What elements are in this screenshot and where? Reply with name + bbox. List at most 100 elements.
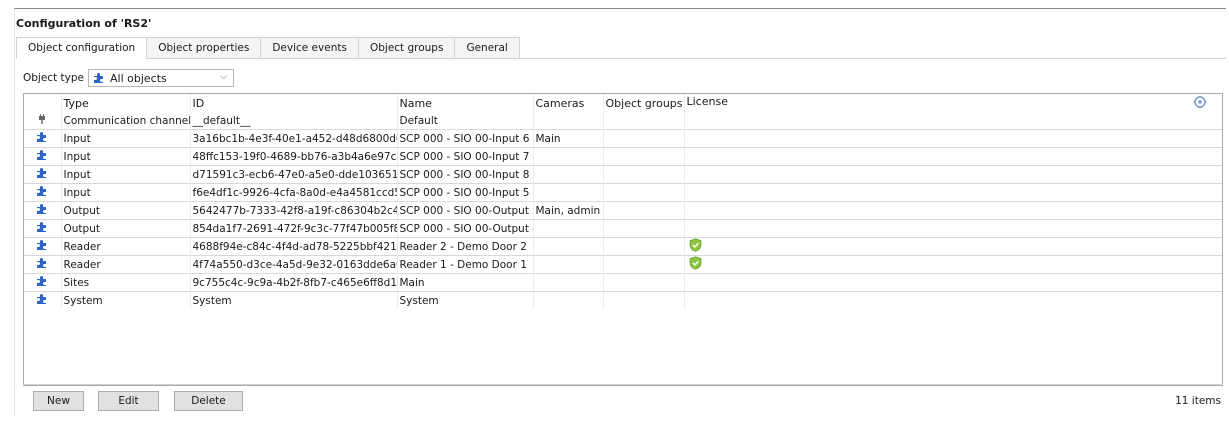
header-license-cell: License — [684, 94, 1222, 112]
cell-type: Input — [61, 165, 191, 184]
object-type-value: All objects — [110, 71, 167, 85]
table-row[interactable]: Output 854da1f7-2691-472f-9c3c-77f47b005f… — [24, 219, 1222, 238]
row-icon-cell — [24, 147, 62, 166]
row-icon-cell — [24, 201, 62, 220]
cell-id: 48ffc153-19f0-4689-bb76-a3b4a6e97cd8 — [190, 147, 398, 166]
cell-license — [684, 112, 1222, 130]
row-icon-cell — [24, 112, 62, 130]
cell-id: 4688f94e-c84c-4f4d-ad78-5225bbf42184 — [190, 237, 398, 256]
table-row[interactable]: Sites 9c755c4c-9c9a-4b2f-8fb7-c465e6ff8d1… — [24, 273, 1222, 292]
table-row[interactable]: Input 48ffc153-19f0-4689-bb76-a3b4a6e97cd… — [24, 147, 1222, 166]
column-settings-icon[interactable] — [1193, 95, 1207, 112]
puzzle-icon — [36, 185, 48, 197]
objects-grid[interactable]: Type ID Name Cameras Object groups Licen… — [23, 93, 1223, 386]
cell-type: Communication channel — [61, 112, 191, 130]
cell-id: System — [190, 291, 398, 309]
cell-license — [684, 165, 1222, 184]
cell-name: SCP 000 - SIO 00-Input 8 — [397, 165, 534, 184]
tab-object-properties[interactable]: Object properties — [146, 37, 262, 58]
tab-object-configuration[interactable]: Object configuration — [16, 37, 148, 59]
cell-cameras: Main, admin — [533, 201, 604, 220]
objects-table: Type ID Name Cameras Object groups Licen… — [24, 94, 1222, 309]
header-cameras[interactable]: Cameras — [533, 94, 604, 112]
object-type-select[interactable]: All objects ⌵ — [88, 69, 234, 87]
table-row[interactable]: Communication channel __default__ Default — [24, 112, 1222, 130]
row-icon-cell — [24, 129, 62, 148]
cell-object-groups — [603, 129, 685, 148]
table-row[interactable]: Reader 4f74a550-d3ce-4a5d-9e32-0163dde6a0… — [24, 255, 1222, 274]
tab-bar: Object configuration Object properties D… — [16, 37, 520, 59]
header-name[interactable]: Name — [397, 94, 534, 112]
puzzle-icon — [36, 275, 48, 287]
puzzle-icon — [36, 221, 48, 233]
cell-license — [684, 273, 1222, 292]
cell-id: d71591c3-ecb6-47e0-a5e0-dde103651ee3 — [190, 165, 398, 184]
cell-object-groups — [603, 291, 685, 309]
cell-cameras — [533, 183, 604, 202]
cell-name: Default — [397, 112, 534, 130]
cell-object-groups — [603, 183, 685, 202]
cell-cameras — [533, 237, 604, 256]
cell-id: 3a16bc1b-4e3f-40e1-a452-d48d6800d6dc — [190, 129, 398, 148]
edit-button[interactable]: Edit — [98, 391, 159, 411]
table-body: Communication channel __default__ Default I… — [24, 112, 1222, 309]
cell-id: f6e4df1c-9926-4cfa-8a0d-e4a4581ccd57 — [190, 183, 398, 202]
cell-cameras — [533, 219, 604, 238]
window-title: Configuration of 'RS2' — [16, 17, 152, 30]
table-row[interactable]: Output 5642477b-7333-42f8-a19f-c86304b2c4… — [24, 201, 1222, 220]
delete-button[interactable]: Delete — [174, 391, 243, 411]
puzzle-icon — [93, 72, 105, 84]
cell-object-groups — [603, 255, 685, 274]
puzzle-icon — [36, 239, 48, 251]
row-icon-cell — [24, 183, 62, 202]
cell-name: SCP 000 - SIO 00-Output 2 — [397, 201, 534, 220]
cell-type: Output — [61, 219, 191, 238]
cell-name: SCP 000 - SIO 00-Input 6 — [397, 129, 534, 148]
header-license[interactable]: License — [687, 95, 728, 108]
cell-cameras: Main — [533, 129, 604, 148]
cell-cameras — [533, 147, 604, 166]
cell-name: Reader 2 - Demo Door 2 — [397, 237, 534, 256]
puzzle-icon — [36, 293, 48, 305]
cell-type: System — [61, 291, 191, 309]
tab-general[interactable]: General — [454, 37, 520, 58]
cell-type: Input — [61, 183, 191, 202]
license-shield-icon — [689, 256, 702, 271]
new-button[interactable]: New — [33, 391, 84, 411]
cell-license — [684, 219, 1222, 238]
cell-name: SCP 000 - SIO 00-Output 4 — [397, 219, 534, 238]
header-type[interactable]: Type — [61, 94, 191, 112]
cell-license — [684, 291, 1222, 309]
puzzle-icon — [36, 131, 48, 143]
header-icon-column — [24, 94, 62, 112]
header-id[interactable]: ID — [190, 94, 398, 112]
cell-id: 9c755c4c-9c9a-4b2f-8fb7-c465e6ff8d1e — [190, 273, 398, 292]
table-row[interactable]: Input f6e4df1c-9926-4cfa-8a0d-e4a4581ccd5… — [24, 183, 1222, 202]
cell-object-groups — [603, 273, 685, 292]
cell-cameras — [533, 165, 604, 184]
table-row[interactable]: Input d71591c3-ecb6-47e0-a5e0-dde103651ee… — [24, 165, 1222, 184]
cell-object-groups — [603, 201, 685, 220]
cell-license — [684, 129, 1222, 148]
cell-type: Reader — [61, 237, 191, 256]
cell-cameras — [533, 273, 604, 292]
cell-license — [684, 237, 1222, 256]
cell-type: Input — [61, 147, 191, 166]
header-object-groups[interactable]: Object groups — [603, 94, 685, 112]
cell-name: Reader 1 - Demo Door 1 — [397, 255, 534, 274]
cell-object-groups — [603, 147, 685, 166]
puzzle-icon — [36, 167, 48, 179]
table-row[interactable]: System System System — [24, 291, 1222, 309]
tab-device-events[interactable]: Device events — [260, 37, 359, 58]
cell-license — [684, 147, 1222, 166]
table-row[interactable]: Input 3a16bc1b-4e3f-40e1-a452-d48d6800d6d… — [24, 129, 1222, 148]
cell-id: 5642477b-7333-42f8-a19f-c86304b2c4b3 — [190, 201, 398, 220]
cell-object-groups — [603, 237, 685, 256]
row-icon-cell — [24, 273, 62, 292]
item-count: 11 items — [1175, 395, 1221, 407]
grid-bottom-divider — [23, 384, 1221, 385]
table-row[interactable]: Reader 4688f94e-c84c-4f4d-ad78-5225bbf421… — [24, 237, 1222, 256]
chevron-down-icon: ⌵ — [220, 72, 227, 82]
tab-object-groups[interactable]: Object groups — [357, 37, 456, 58]
cell-name: Main — [397, 273, 534, 292]
